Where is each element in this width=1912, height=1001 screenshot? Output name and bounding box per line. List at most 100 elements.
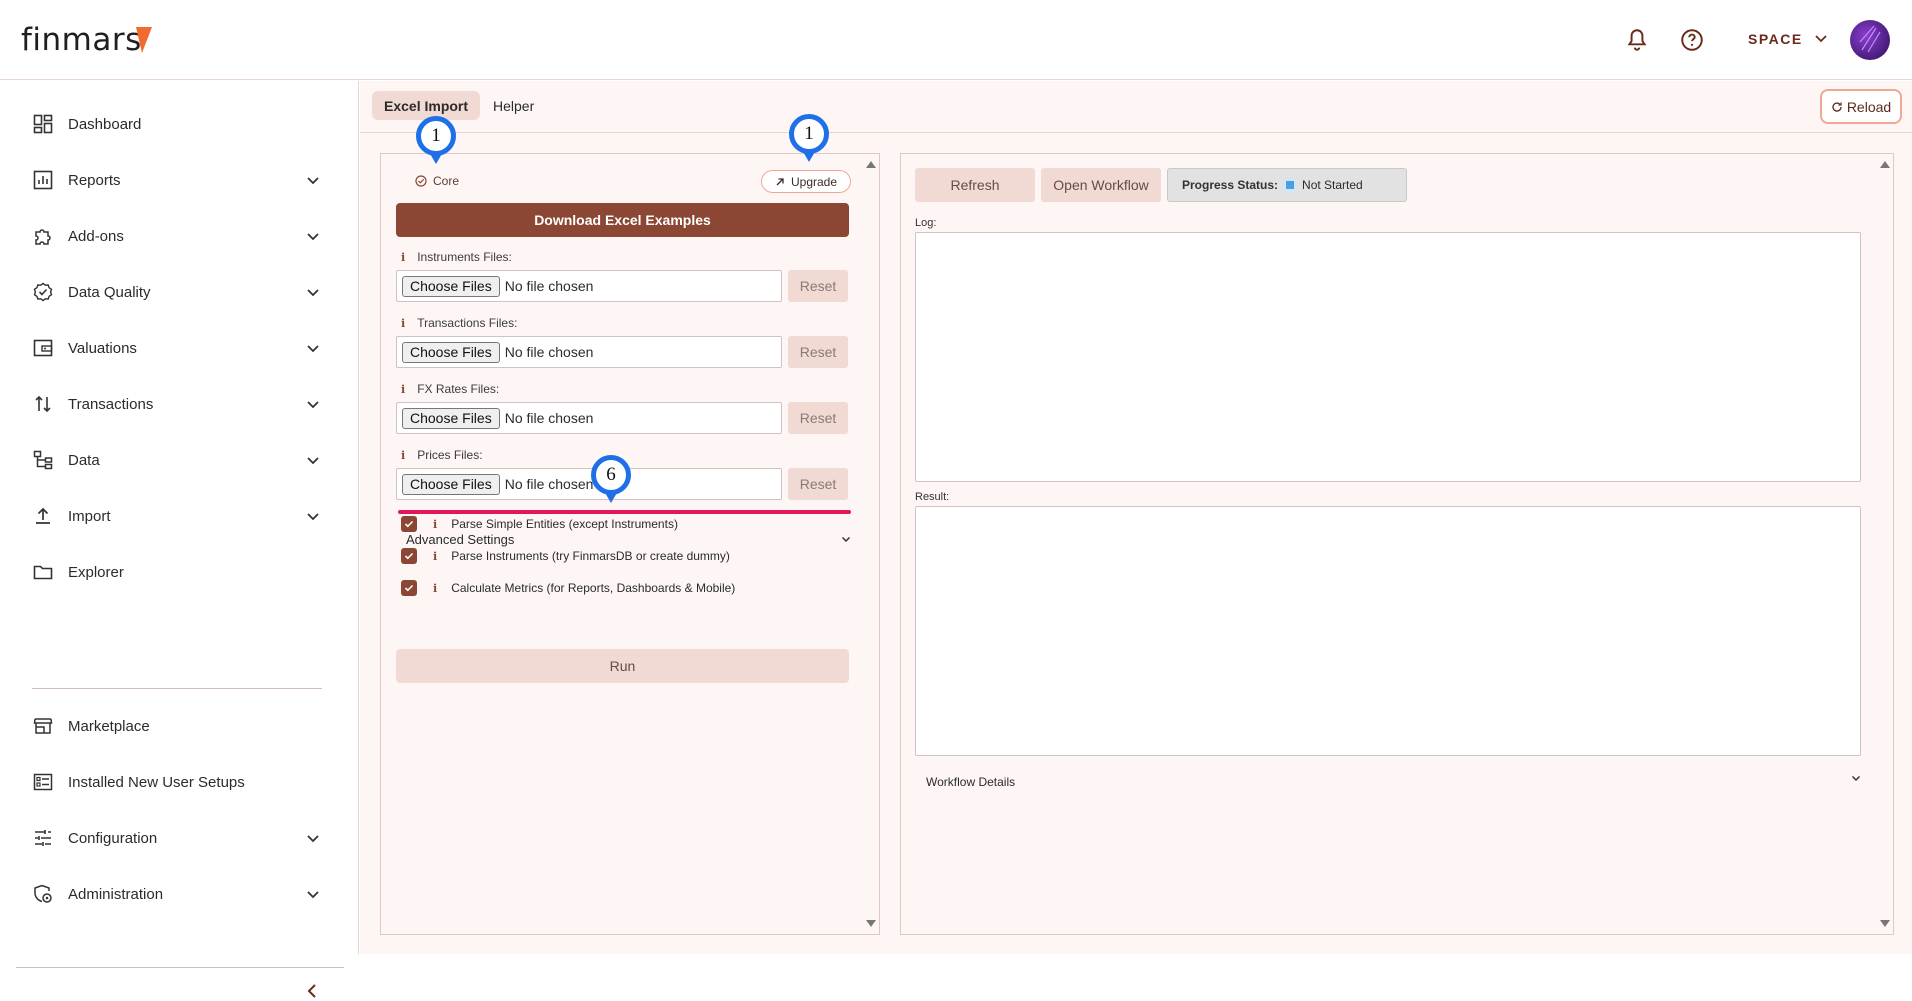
parse-simple-entities-checkbox[interactable]: i Parse Simple Entities (except Instrume…: [401, 515, 678, 533]
sidebar-item-installed-new-user-setups[interactable]: Installed New User Setups: [32, 767, 322, 797]
advanced-settings-label: Advanced Settings: [406, 532, 515, 547]
core-tag: Core: [415, 174, 459, 188]
sidebar-item-label: Data Quality: [68, 283, 151, 301]
sidebar-item-label: Marketplace: [68, 717, 150, 735]
info-icon[interactable]: i: [401, 383, 405, 396]
sidebar-item-marketplace[interactable]: Marketplace: [32, 711, 322, 741]
sidebar-item-label: Valuations: [68, 339, 137, 357]
choose-files-button[interactable]: Choose Files: [402, 275, 500, 297]
scroll-down-arrow-icon[interactable]: [866, 920, 876, 927]
file-group-label: Instruments Files:: [417, 250, 512, 264]
sidebar-item-dashboard[interactable]: Dashboard: [32, 109, 322, 139]
folder-icon: [32, 561, 54, 583]
annotation-marker: 1: [789, 114, 829, 164]
chevron-down-icon[interactable]: [304, 885, 322, 903]
sidebar-item-add-ons[interactable]: Add-ons: [32, 221, 322, 251]
core-label: Core: [433, 174, 460, 188]
chevron-down-icon[interactable]: [304, 829, 322, 847]
file-group-label: FX Rates Files:: [417, 382, 500, 396]
checkbox-checked-icon[interactable]: [401, 516, 417, 532]
sidebar-item-data[interactable]: Data: [32, 445, 322, 475]
sidebar-item-configuration[interactable]: Configuration: [32, 823, 322, 853]
tab-helper[interactable]: Helper: [481, 91, 546, 120]
dashboard-icon: [32, 113, 54, 135]
transactions-file-input[interactable]: Choose Files No file chosen: [396, 336, 782, 368]
open-workflow-button[interactable]: Open Workflow: [1041, 168, 1161, 202]
scroll-down-arrow-icon[interactable]: [1880, 920, 1890, 927]
checkbox-checked-icon[interactable]: [401, 548, 417, 564]
help-icon[interactable]: [1679, 27, 1705, 53]
badge-check-icon: [32, 281, 54, 303]
calculate-metrics-checkbox[interactable]: i Calculate Metrics (for Reports, Dashbo…: [401, 579, 735, 597]
scroll-up-arrow-icon[interactable]: [1880, 161, 1890, 168]
chevron-down-icon[interactable]: [304, 227, 322, 245]
choose-files-button[interactable]: Choose Files: [402, 407, 500, 429]
space-selector[interactable]: SPACE: [1748, 31, 1827, 47]
chevron-down-icon[interactable]: [304, 451, 322, 469]
log-textarea[interactable]: [915, 232, 1861, 482]
choose-files-button[interactable]: Choose Files: [402, 341, 500, 363]
file-status: No file chosen: [504, 476, 594, 492]
sidebar-item-reports[interactable]: Reports: [32, 165, 322, 195]
run-button[interactable]: Run: [396, 649, 849, 683]
annotation-marker: 6: [591, 455, 631, 505]
result-textarea[interactable]: [915, 506, 1861, 756]
refresh-button[interactable]: Refresh: [915, 168, 1035, 202]
upgrade-button[interactable]: Upgrade: [761, 170, 851, 193]
info-icon[interactable]: i: [401, 449, 405, 462]
checkbox-checked-icon[interactable]: [401, 580, 417, 596]
parse-instruments-checkbox[interactable]: i Parse Instruments (try FinmarsDB or cr…: [401, 547, 730, 565]
sidebar-item-valuations[interactable]: Valuations: [32, 333, 322, 363]
info-icon[interactable]: i: [401, 317, 405, 330]
highlight-underline: [398, 510, 851, 514]
sidebar-bottom-divider: [16, 967, 344, 968]
chevron-down-icon[interactable]: [304, 283, 322, 301]
collapse-sidebar-chevron-left-icon[interactable]: [302, 981, 322, 1001]
sidebar-item-label: Installed New User Setups: [68, 773, 245, 791]
avatar[interactable]: [1850, 20, 1890, 60]
info-icon[interactable]: i: [433, 582, 437, 595]
log-label: Log:: [915, 217, 937, 229]
chevron-down-icon[interactable]: [304, 171, 322, 189]
result-label: Result:: [915, 491, 950, 503]
reports-icon: [32, 169, 54, 191]
instruments-file-input[interactable]: Choose Files No file chosen: [396, 270, 782, 302]
sidebar-item-transactions[interactable]: Transactions: [32, 389, 322, 419]
reload-button[interactable]: Reload: [1820, 89, 1902, 124]
advanced-settings-expander[interactable]: Advanced Settings: [406, 532, 851, 547]
instruments-reset-button[interactable]: Reset: [788, 270, 848, 302]
info-icon[interactable]: i: [433, 550, 437, 563]
file-status: No file chosen: [504, 344, 594, 360]
info-icon[interactable]: i: [433, 518, 437, 531]
prices-file-input[interactable]: Choose Files No file chosen: [396, 468, 782, 500]
prices-reset-button[interactable]: Reset: [788, 468, 848, 500]
chevron-down-icon[interactable]: [304, 395, 322, 413]
fx-rates-reset-button[interactable]: Reset: [788, 402, 848, 434]
logo[interactable]: finmars: [21, 22, 142, 58]
fx-rates-file-input[interactable]: Choose Files No file chosen: [396, 402, 782, 434]
sidebar-item-data-quality[interactable]: Data Quality: [32, 277, 322, 307]
checkbox-label: Parse Instruments (try FinmarsDB or crea…: [451, 549, 730, 563]
chevron-down-icon: [841, 536, 851, 543]
store-icon: [32, 715, 54, 737]
transactions-reset-button[interactable]: Reset: [788, 336, 848, 368]
sidebar-item-administration[interactable]: Administration: [32, 879, 322, 909]
chevron-down-icon[interactable]: [304, 507, 322, 525]
top-bar: finmars SPACE: [0, 0, 1912, 80]
sidebar-item-label: Data: [68, 451, 100, 469]
marker-pointer-icon: [604, 491, 618, 503]
sidebar-item-explorer[interactable]: Explorer: [32, 557, 322, 587]
choose-files-button[interactable]: Choose Files: [402, 473, 500, 495]
info-icon[interactable]: i: [401, 251, 405, 264]
reload-label: Reload: [1846, 98, 1892, 115]
download-excel-examples-button[interactable]: Download Excel Examples: [396, 203, 849, 237]
chevron-down-icon[interactable]: [304, 339, 322, 357]
progress-status-label: Progress Status:: [1182, 178, 1279, 192]
scroll-up-arrow-icon[interactable]: [866, 161, 876, 168]
bell-icon[interactable]: [1624, 27, 1650, 53]
workflow-details-expander[interactable]: Workflow Details: [926, 775, 1861, 789]
sidebar-item-import[interactable]: Import: [32, 501, 322, 531]
sidebar-item-label: Configuration: [68, 829, 158, 847]
sidebar-divider: [32, 688, 322, 689]
main-content: Excel Import Helper Reload Core Upgrade …: [360, 81, 1912, 954]
